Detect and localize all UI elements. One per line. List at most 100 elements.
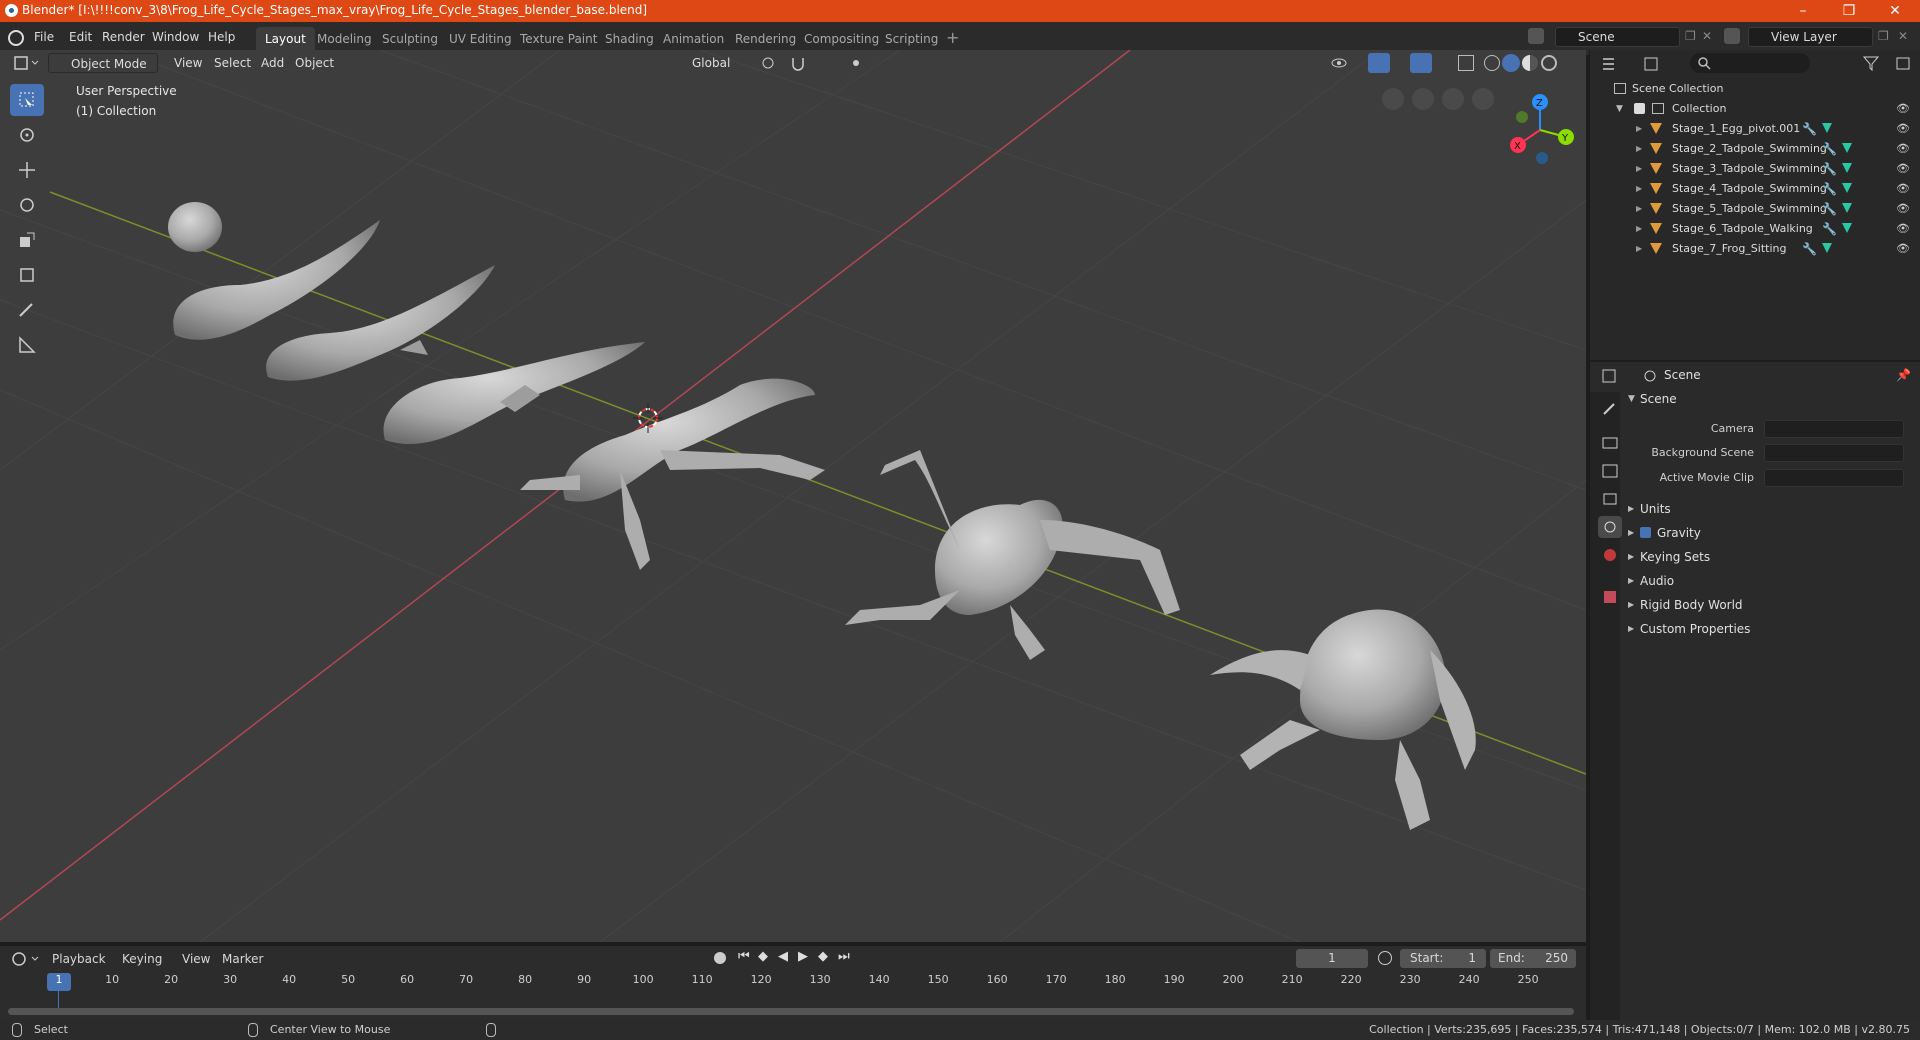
modifier-wrench-icon[interactable]: 🔧 [1822, 219, 1837, 239]
menu-playback[interactable]: Playback [52, 952, 106, 966]
navigation-gizmo[interactable]: Z Y X [1500, 85, 1580, 165]
properties-section-gravity[interactable]: ▶ Gravity [1622, 522, 1920, 544]
outliner-row-object[interactable]: ▶ Stage_6_Tadpole_Walking 🔧 👁 [1590, 219, 1920, 239]
modifier-wrench-icon[interactable]: 🔧 [1822, 179, 1837, 199]
render-tab-icon[interactable] [1598, 432, 1622, 454]
outliner-row-object[interactable]: ▶ Stage_2_Tadpole_Swimming 🔧 👁 [1590, 139, 1920, 159]
outliner-editor-type-icon[interactable] [1600, 54, 1630, 74]
wireframe-shading-icon[interactable] [1484, 55, 1500, 71]
scene-panel-header[interactable]: ▼ Scene [1622, 388, 1920, 410]
visibility-eye-icon[interactable]: 👁 [1896, 219, 1910, 239]
view-layer-new-icon[interactable]: ❐ [1878, 29, 1889, 43]
mesh-data-icon[interactable] [1842, 183, 1852, 193]
transform-tool[interactable] [10, 259, 44, 291]
scene-remove-icon[interactable]: ✕ [1702, 29, 1712, 43]
editor-type-icon[interactable] [10, 53, 40, 73]
expand-arrow-icon[interactable]: ▶ [1636, 179, 1642, 199]
zoom-icon[interactable] [1472, 88, 1494, 110]
menu-view[interactable]: View [168, 53, 208, 73]
snap-icon[interactable] [790, 55, 808, 71]
expand-arrow-icon[interactable]: ▶ [1636, 239, 1642, 259]
mesh-data-icon[interactable] [1842, 143, 1852, 153]
exclude-checkbox[interactable] [1634, 103, 1645, 114]
start-frame-field[interactable]: Start: 1 [1400, 949, 1486, 968]
outliner-row-collection[interactable]: ▼ Collection 👁 [1590, 99, 1920, 119]
xray-toggle-icon[interactable] [1458, 55, 1474, 71]
visibility-eye-icon[interactable]: 👁 [1896, 179, 1910, 199]
move-tool[interactable] [10, 154, 44, 186]
menu-render[interactable]: Render [102, 30, 145, 44]
tab-layout[interactable]: Layout [256, 27, 315, 51]
record-icon[interactable] [714, 952, 726, 964]
tab-uv-editing[interactable]: UV Editing [440, 27, 521, 51]
visibility-eye-icon[interactable]: 👁 [1896, 159, 1910, 179]
background-scene-field[interactable] [1764, 444, 1904, 462]
proportional-edit-icon[interactable] [848, 55, 866, 71]
tab-texture-paint[interactable]: Texture Paint [511, 27, 606, 51]
filter-icon[interactable] [1862, 55, 1880, 72]
visibility-eye-icon[interactable]: 👁 [1896, 199, 1910, 219]
jump-start-icon[interactable]: ⏮ [738, 949, 750, 964]
tool-tab-icon[interactable] [1598, 398, 1622, 420]
overlay-toggle-icon[interactable] [1410, 53, 1432, 73]
minimize-button[interactable]: – [1780, 0, 1826, 22]
world-tab-icon[interactable] [1598, 544, 1622, 566]
scene-icon[interactable] [1528, 28, 1544, 44]
gravity-checkbox[interactable] [1640, 527, 1651, 538]
timeline-editor-type-icon[interactable] [10, 950, 40, 968]
visibility-eye-icon[interactable]: 👁 [1896, 139, 1910, 159]
outliner-editor[interactable]: Scene Collection ▼ Collection 👁 ▶ Stage_1… [1589, 50, 1920, 360]
output-tab-icon[interactable] [1598, 460, 1622, 482]
camera-field[interactable] [1764, 420, 1904, 438]
outliner-row-scene-collection[interactable]: Scene Collection [1590, 79, 1920, 99]
expand-arrow-icon[interactable]: ▶ [1636, 199, 1642, 219]
3d-viewport[interactable]: Object Mode View Select Add Object Globa… [0, 50, 1586, 942]
cursor-tool[interactable] [10, 119, 44, 151]
view-layer-field[interactable]: View Layer [1748, 27, 1873, 47]
outliner-search-input[interactable] [1690, 53, 1810, 73]
visibility-eye-icon[interactable]: 👁 [1896, 239, 1910, 259]
mesh-data-icon[interactable] [1822, 243, 1832, 253]
modifier-wrench-icon[interactable]: 🔧 [1802, 239, 1817, 259]
transform-orientation-dropdown[interactable]: Global [670, 53, 750, 73]
properties-section-audio[interactable]: ▶ Audio [1622, 570, 1920, 592]
mesh-data-icon[interactable] [1842, 223, 1852, 233]
scene-tab-icon[interactable] [1598, 516, 1622, 538]
timeline-scrollbar[interactable] [8, 1008, 1574, 1015]
expand-arrow-icon[interactable]: ▶ [1636, 159, 1642, 179]
clock-icon[interactable] [1378, 951, 1392, 965]
frame-ruler[interactable]: 1 10 20 30 40 50 60 70 80 90 100 110 120 130 140 150 160… [0, 971, 1586, 991]
next-keyframe-icon[interactable]: ◆ [818, 949, 828, 964]
display-mode-icon[interactable] [1642, 54, 1666, 74]
properties-section-keying-sets[interactable]: ▶ Keying Sets [1622, 546, 1920, 568]
end-frame-field[interactable]: End: 250 [1490, 949, 1576, 968]
visibility-eye-icon[interactable]: 👁 [1896, 119, 1910, 139]
texture-tab-icon[interactable] [1598, 586, 1622, 608]
select-box-tool[interactable] [10, 84, 44, 116]
visibility-eye-icon[interactable]: 👁 [1896, 99, 1910, 119]
expand-arrow-icon[interactable]: ▶ [1636, 119, 1642, 139]
scale-tool[interactable] [10, 224, 44, 256]
mesh-data-icon[interactable] [1822, 123, 1832, 133]
view-layer-icon[interactable] [1724, 28, 1740, 44]
view-layer-tab-icon[interactable] [1598, 488, 1622, 510]
object-mode-dropdown[interactable]: Object Mode [48, 53, 158, 73]
gizmo-toggle-icon[interactable] [1368, 53, 1390, 73]
mesh-data-icon[interactable] [1842, 203, 1852, 213]
tab-sculpting[interactable]: Sculpting [373, 27, 447, 51]
new-collection-icon[interactable] [1895, 55, 1913, 71]
pan-hand-icon[interactable] [1442, 88, 1464, 110]
play-reverse-icon[interactable]: ◀ [778, 949, 788, 964]
modifier-wrench-icon[interactable]: 🔧 [1822, 139, 1837, 159]
material-shading-icon[interactable] [1522, 55, 1538, 71]
menu-window[interactable]: Window [152, 30, 199, 44]
timeline-editor[interactable]: Playback Keying View Marker ⏮ ◆ ◀ ▶ ◆ ⏭ … [0, 945, 1586, 1025]
mesh-data-icon[interactable] [1842, 163, 1852, 173]
modifier-wrench-icon[interactable]: 🔧 [1802, 119, 1817, 139]
pin-icon[interactable]: 📌 [1896, 368, 1911, 382]
modifier-wrench-icon[interactable]: 🔧 [1822, 159, 1837, 179]
tab-animation[interactable]: Animation [654, 27, 733, 51]
outliner-row-object[interactable]: ▶ Stage_7_Frog_Sitting 🔧 👁 [1590, 239, 1920, 259]
menu-object[interactable]: Object [289, 53, 340, 73]
outliner-row-object[interactable]: ▶ Stage_1_Egg_pivot.001 🔧 👁 [1590, 119, 1920, 139]
